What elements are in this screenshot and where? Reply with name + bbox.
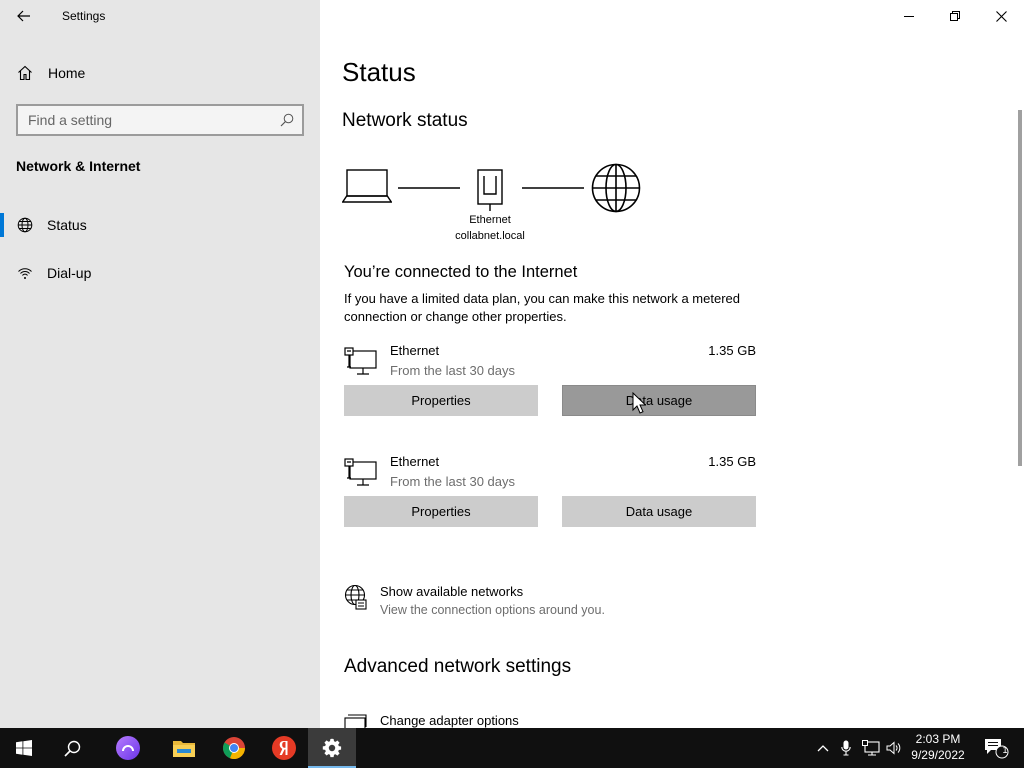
adapter-name: Ethernet bbox=[390, 343, 440, 358]
sidebar-item-status[interactable]: Status bbox=[0, 207, 320, 243]
show-networks-subtitle: View the connection options around you. bbox=[380, 603, 605, 617]
diagram-domain: collabnet.local bbox=[455, 230, 525, 242]
properties-button[interactable]: Properties bbox=[344, 385, 538, 416]
minimize-button[interactable] bbox=[886, 0, 932, 32]
file-explorer-icon bbox=[173, 741, 195, 757]
sidebar-item-dialup[interactable]: Dial-up bbox=[0, 255, 320, 291]
adapter-card: Ethernet From the last 30 days 1.35 GB P… bbox=[344, 343, 756, 453]
connected-heading: You’re connected to the Internet bbox=[344, 263, 578, 281]
search-input[interactable] bbox=[18, 106, 302, 134]
app-title: Settings bbox=[62, 9, 106, 23]
adapter-usage: 1.35 GB bbox=[708, 343, 756, 358]
page-title: Status bbox=[342, 57, 416, 87]
adapter-period: From the last 30 days bbox=[390, 363, 515, 378]
main-content: Status Network status Ethernet collabnet… bbox=[320, 0, 1024, 728]
sidebar: Settings Home Network & Internet Status … bbox=[0, 0, 320, 728]
adapter-name: Ethernet bbox=[390, 454, 440, 469]
restore-icon bbox=[950, 11, 960, 21]
taskbar: 2:03 PM 9/29/2022 1 bbox=[0, 728, 1024, 768]
adapter-usage: 1.35 GB bbox=[708, 454, 756, 469]
ethernet-port-icon bbox=[477, 169, 503, 211]
settings-search-box[interactable] bbox=[16, 104, 304, 136]
network-icon bbox=[862, 740, 880, 756]
mouse-cursor-icon bbox=[632, 392, 646, 414]
sidebar-item-label: Status bbox=[47, 217, 87, 233]
taskbar-clock[interactable]: 2:03 PM 9/29/2022 bbox=[900, 731, 976, 763]
connection-line bbox=[522, 187, 584, 189]
tray-microphone[interactable] bbox=[836, 728, 856, 768]
taskbar-alice[interactable] bbox=[104, 728, 152, 768]
globe-list-icon bbox=[344, 584, 367, 610]
adapter-period: From the last 30 days bbox=[390, 474, 515, 489]
search-icon[interactable] bbox=[280, 113, 294, 132]
internet-globe-icon bbox=[591, 163, 641, 213]
change-adapter-label: Change adapter options bbox=[380, 713, 519, 728]
diagram-adapter-name: Ethernet bbox=[469, 214, 511, 226]
change-adapter-options-link[interactable]: Change adapter options bbox=[344, 712, 644, 728]
taskbar-settings[interactable] bbox=[308, 728, 356, 768]
chevron-up-icon bbox=[817, 745, 829, 752]
restore-button[interactable] bbox=[932, 0, 978, 32]
tray-network[interactable] bbox=[858, 728, 884, 768]
home-label: Home bbox=[48, 65, 86, 81]
adapter-options-icon bbox=[344, 714, 367, 728]
advanced-network-heading: Advanced network settings bbox=[344, 656, 572, 677]
action-center-button[interactable]: 1 bbox=[978, 728, 1014, 768]
alice-icon bbox=[116, 736, 140, 760]
taskbar-file-explorer[interactable] bbox=[160, 728, 208, 768]
connected-description: If you have a limited data plan, you can… bbox=[344, 291, 740, 324]
dialup-icon bbox=[17, 265, 33, 286]
close-icon bbox=[995, 10, 1007, 22]
show-available-networks-link[interactable]: Show available networks View the connect… bbox=[344, 582, 664, 622]
taskbar-yandex-browser[interactable] bbox=[260, 728, 308, 768]
scrollbar-thumb[interactable] bbox=[1018, 110, 1022, 466]
data-usage-button[interactable]: Data usage bbox=[562, 385, 756, 416]
properties-button[interactable]: Properties bbox=[344, 496, 538, 527]
clock-time: 2:03 PM bbox=[915, 732, 961, 746]
section-title: Network & Internet bbox=[16, 158, 141, 174]
notification-count: 1 bbox=[1002, 745, 1008, 755]
chrome-icon bbox=[222, 737, 246, 760]
microphone-icon bbox=[841, 740, 851, 756]
connection-line bbox=[398, 187, 460, 189]
adapter-card: Ethernet From the last 30 days 1.35 GB P… bbox=[344, 454, 756, 564]
network-diagram: Ethernet collabnet.local bbox=[342, 160, 652, 250]
sidebar-item-home[interactable]: Home bbox=[0, 56, 320, 90]
status-globe-icon bbox=[17, 217, 33, 238]
tray-overflow-button[interactable] bbox=[812, 728, 834, 768]
windows-start-icon bbox=[16, 740, 32, 756]
sidebar-item-label: Dial-up bbox=[47, 265, 92, 281]
ethernet-adapter-icon bbox=[344, 347, 377, 375]
show-networks-title: Show available networks bbox=[380, 584, 524, 599]
back-button[interactable] bbox=[8, 2, 40, 30]
home-icon bbox=[17, 65, 33, 86]
data-usage-button[interactable]: Data usage bbox=[562, 496, 756, 527]
search-icon bbox=[63, 740, 80, 757]
ethernet-adapter-icon bbox=[344, 458, 377, 486]
settings-gear-icon bbox=[322, 738, 342, 758]
taskbar-chrome[interactable] bbox=[210, 728, 258, 768]
minimize-icon bbox=[904, 16, 914, 17]
yandex-icon bbox=[272, 736, 296, 760]
laptop-icon bbox=[342, 169, 392, 203]
clock-date: 9/29/2022 bbox=[911, 748, 965, 762]
back-arrow-icon bbox=[17, 10, 30, 22]
start-button[interactable] bbox=[0, 728, 48, 768]
network-status-heading: Network status bbox=[342, 110, 468, 131]
close-button[interactable] bbox=[978, 0, 1024, 32]
taskbar-search-button[interactable] bbox=[48, 728, 96, 768]
